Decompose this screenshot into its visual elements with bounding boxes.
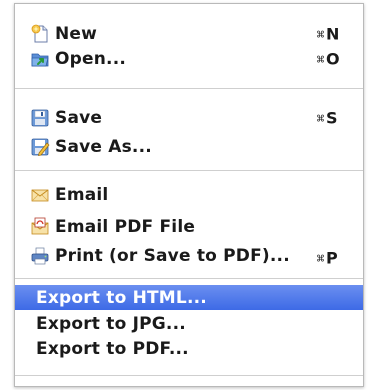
keyboard-shortcut: ⌘P [316,248,338,268]
keyboard-shortcut: ⌘S [316,108,338,128]
menu-item-label: Export to PDF... [36,338,189,359]
menu-separator [15,375,363,376]
menu-separator [15,170,363,171]
menu-item-email-pdf[interactable]: Email PDF File [15,211,363,243]
email-envelope-icon [30,185,50,205]
menu-item-label: Save [55,108,103,128]
menu-separator [15,88,363,89]
open-folder-icon [30,49,50,69]
keyboard-shortcut: ⌘N [316,24,340,44]
menu-item-label: Email [55,185,109,205]
menu-item-label: Export to JPG... [36,313,186,334]
menu-item-save[interactable]: Save ⌘S [15,102,363,134]
menu-item-save-as[interactable]: Save As... [15,131,363,163]
menu-separator [15,278,363,279]
save-as-pencil-icon [30,137,50,157]
command-key-icon: ⌘ [316,55,325,66]
menu-item-open[interactable]: Open... ⌘O [15,43,363,75]
menu-item-label: New [55,24,98,44]
menu-item-label: Email PDF File [55,217,196,237]
menu-item-email[interactable]: Email [15,179,363,211]
command-key-icon: ⌘ [316,30,325,41]
menu-item-label: Save As... [55,137,152,157]
save-floppy-icon [30,108,50,128]
menu-item-print[interactable]: Print (or Save to PDF)... ⌘P [15,240,363,272]
printer-icon [30,246,50,266]
menu-item-export-pdf[interactable]: Export to PDF... [15,336,363,361]
menu-item-export-html[interactable]: Export to HTML... [15,285,363,310]
menu-item-export-jpg[interactable]: Export to JPG... [15,311,363,336]
file-menu: New ⌘N Open... ⌘O Save ⌘S Save As... Ema… [14,3,364,387]
menu-item-label: Print (or Save to PDF)... [55,246,290,266]
email-pdf-icon [30,217,50,237]
new-document-icon [30,24,50,44]
menu-item-label: Export to HTML... [36,287,207,308]
command-key-icon: ⌘ [316,114,325,125]
menu-item-label: Open... [55,49,127,69]
keyboard-shortcut: ⌘O [316,49,340,69]
command-key-icon: ⌘ [316,254,325,265]
